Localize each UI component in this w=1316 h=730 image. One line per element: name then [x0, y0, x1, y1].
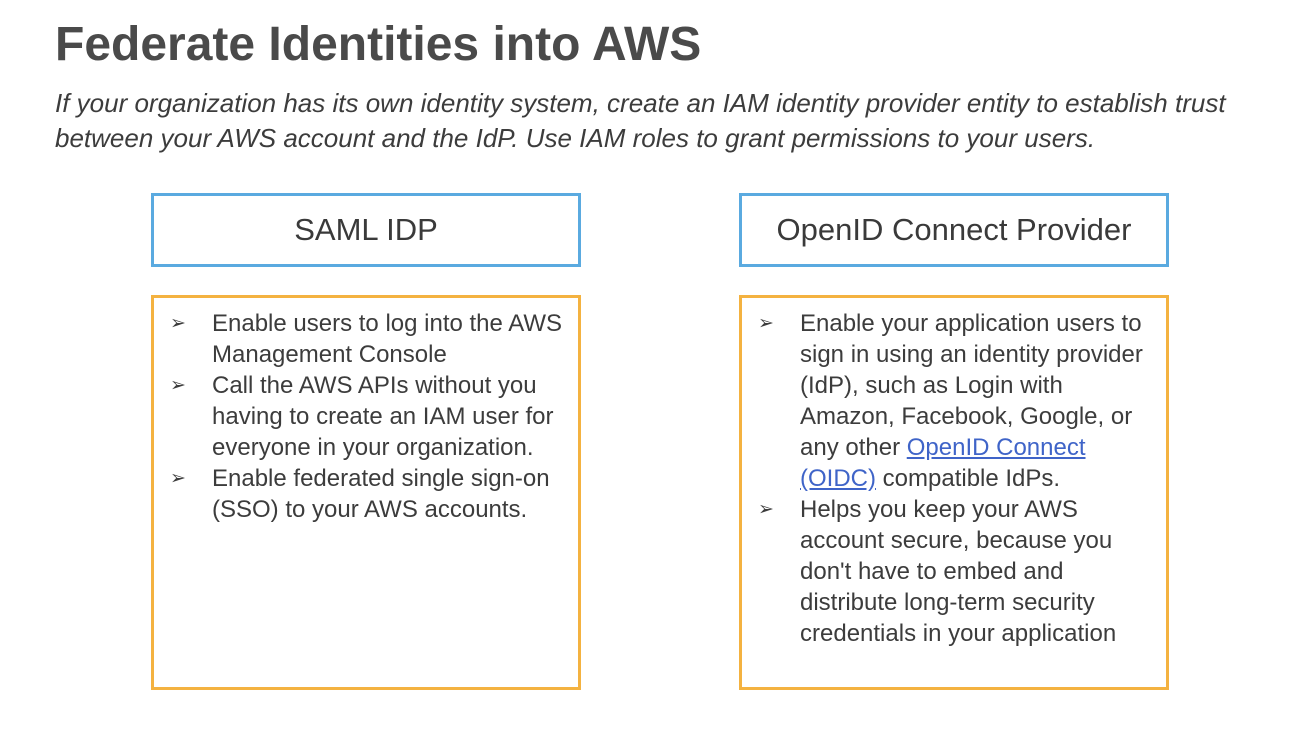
saml-bullet-text: Call the AWS APIs without you having to …	[212, 372, 554, 461]
oidc-bullet-text: Helps you keep your AWS account secure, …	[800, 496, 1117, 647]
arrow-bullet-icon: ➢	[170, 467, 186, 489]
page-subtitle: If your organization has its own identit…	[55, 88, 1226, 153]
saml-bullet-text: Enable users to log into the AWS Managem…	[212, 310, 562, 368]
arrow-bullet-icon: ➢	[170, 312, 186, 334]
arrow-bullet-icon: ➢	[758, 312, 774, 334]
oidc-bullet-item: ➢ Enable your application users to sign …	[758, 308, 1152, 494]
arrow-bullet-icon: ➢	[758, 498, 774, 520]
saml-idp-panel: ➢ Enable users to log into the AWS Manag…	[151, 295, 581, 690]
oidc-bullet-list: ➢ Enable your application users to sign …	[758, 308, 1152, 649]
oidc-provider-header: OpenID Connect Provider	[739, 193, 1169, 267]
oidc-provider-panel: ➢ Enable your application users to sign …	[739, 295, 1169, 690]
page-title: Federate Identities into AWS	[55, 18, 702, 71]
oidc-bullet-text-after: compatible IdPs.	[875, 465, 1061, 492]
saml-idp-header: SAML IDP	[151, 193, 581, 267]
saml-bullet-item: ➢ Enable federated single sign-on (SSO) …	[170, 463, 564, 525]
saml-bullet-list: ➢ Enable users to log into the AWS Manag…	[170, 308, 564, 525]
saml-bullet-item: ➢ Call the AWS APIs without you having t…	[170, 370, 564, 463]
arrow-bullet-icon: ➢	[170, 374, 186, 396]
oidc-bullet-item: ➢ Helps you keep your AWS account secure…	[758, 494, 1152, 649]
saml-bullet-text: Enable federated single sign-on (SSO) to…	[212, 465, 550, 523]
saml-bullet-item: ➢ Enable users to log into the AWS Manag…	[170, 308, 564, 370]
